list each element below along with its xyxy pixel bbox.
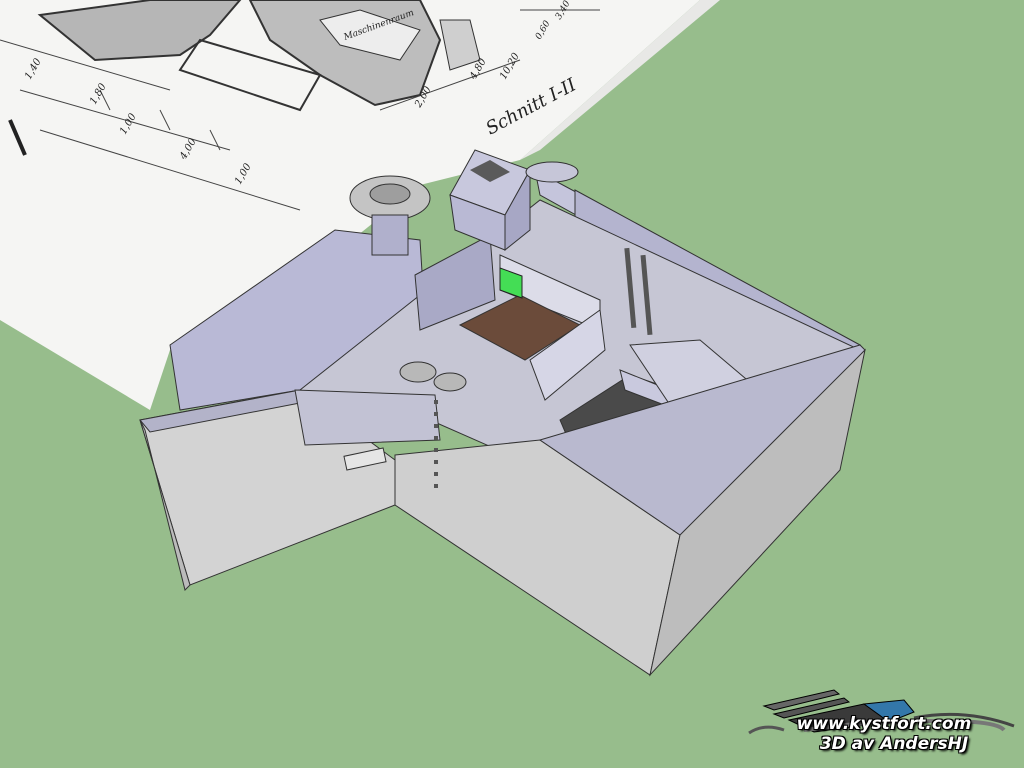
kystfort-watermark: www.kystfort.com 3D av AndersHJ — [744, 678, 1024, 768]
watermark-site-text: www.kystfort.com — [796, 714, 972, 734]
bunker-3d-model-scene: Schnitt I-II Maschinenraum 2,00 10,20 4,… — [0, 0, 866, 677]
watermark-credit-text: 3D av AndersHJ — [819, 734, 969, 754]
wall-marker-column — [434, 400, 438, 488]
